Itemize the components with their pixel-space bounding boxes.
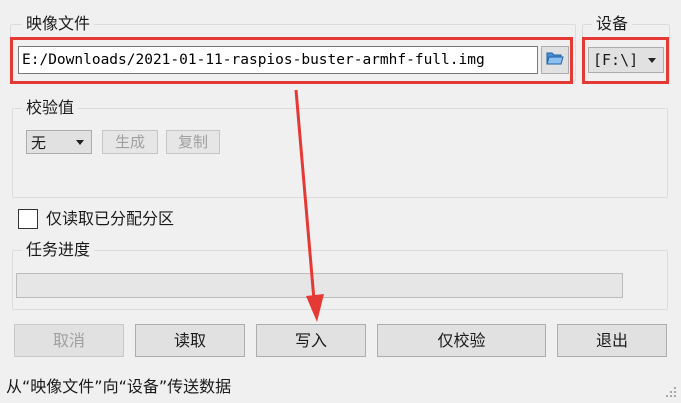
annotation-arrow — [294, 89, 324, 322]
